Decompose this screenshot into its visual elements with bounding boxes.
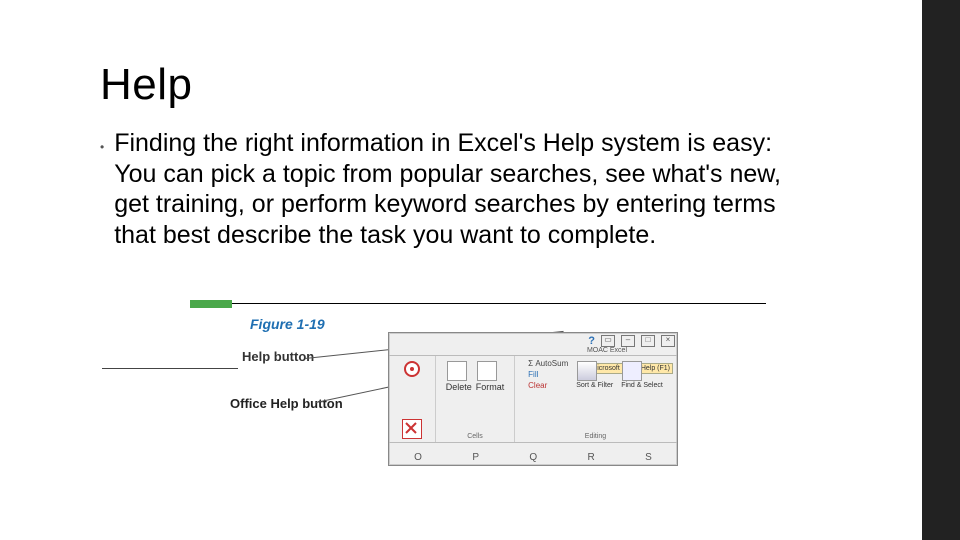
editing-group-label: Editing — [585, 433, 606, 440]
col-letter: Q — [529, 452, 537, 463]
format-icon — [477, 361, 497, 381]
slide-title: Help — [100, 60, 880, 110]
office-help-icon — [403, 360, 421, 378]
close-icon: × — [661, 335, 675, 347]
autosum-label: Σ AutoSum — [528, 360, 568, 369]
editing-text-col: Σ AutoSum Fill Clear — [528, 360, 568, 390]
find-select-label: Find & Select — [621, 382, 663, 389]
bullet-marker: • — [100, 132, 104, 162]
callout-help-button: Help button — [242, 349, 314, 364]
minimize-icon: – — [621, 335, 635, 347]
bullet-text: Finding the right information in Excel's… — [114, 128, 820, 250]
bullet-item: • Finding the right information in Excel… — [100, 128, 820, 250]
col-letter: P — [472, 452, 479, 463]
cells-group: Delete Format Cells — [436, 356, 515, 442]
column-letters-row: O P Q R S — [389, 452, 677, 463]
delete-icon — [447, 361, 467, 381]
help-icon: ? — [588, 335, 595, 347]
figure-caption: Figure 1-19 — [250, 316, 325, 332]
callout-office-help-button: Office Help button — [230, 396, 343, 411]
fill-label: Fill — [528, 371, 568, 380]
restore-icon: ▭ — [601, 335, 615, 347]
side-accent-bar — [922, 0, 960, 540]
sort-filter-label: Sort & Filter — [576, 382, 613, 389]
find-select-icon — [622, 361, 642, 381]
filename-label: MOAC Excel — [587, 347, 627, 354]
slide: Help • Finding the right information in … — [0, 0, 960, 540]
window-controls: ? ▭ – □ × — [588, 335, 675, 347]
ribbon-body: Delete Format Cells Σ AutoSum Fill Clear — [389, 355, 677, 443]
col-letter: O — [414, 452, 422, 463]
excel-ribbon-screenshot: ↖ ? ▭ – □ × MOAC Excel Microsoft Excel H… — [388, 332, 678, 466]
cells-group-label: Cells — [467, 433, 483, 440]
green-accent — [190, 300, 232, 308]
col-letter: R — [587, 452, 594, 463]
maximize-icon: □ — [641, 335, 655, 347]
delete-label: Delete — [446, 382, 472, 392]
sort-filter-icon — [577, 361, 597, 381]
clear-label: Clear — [528, 382, 568, 391]
leader-line-office — [316, 385, 394, 403]
office-help-group — [389, 356, 436, 442]
format-label: Format — [476, 382, 505, 392]
editing-group: Σ AutoSum Fill Clear Sort & Filter Find … — [515, 356, 677, 442]
col-letter: S — [645, 452, 652, 463]
short-divider — [102, 368, 238, 369]
divider-line — [232, 303, 766, 304]
delete-x-icon — [402, 419, 422, 439]
